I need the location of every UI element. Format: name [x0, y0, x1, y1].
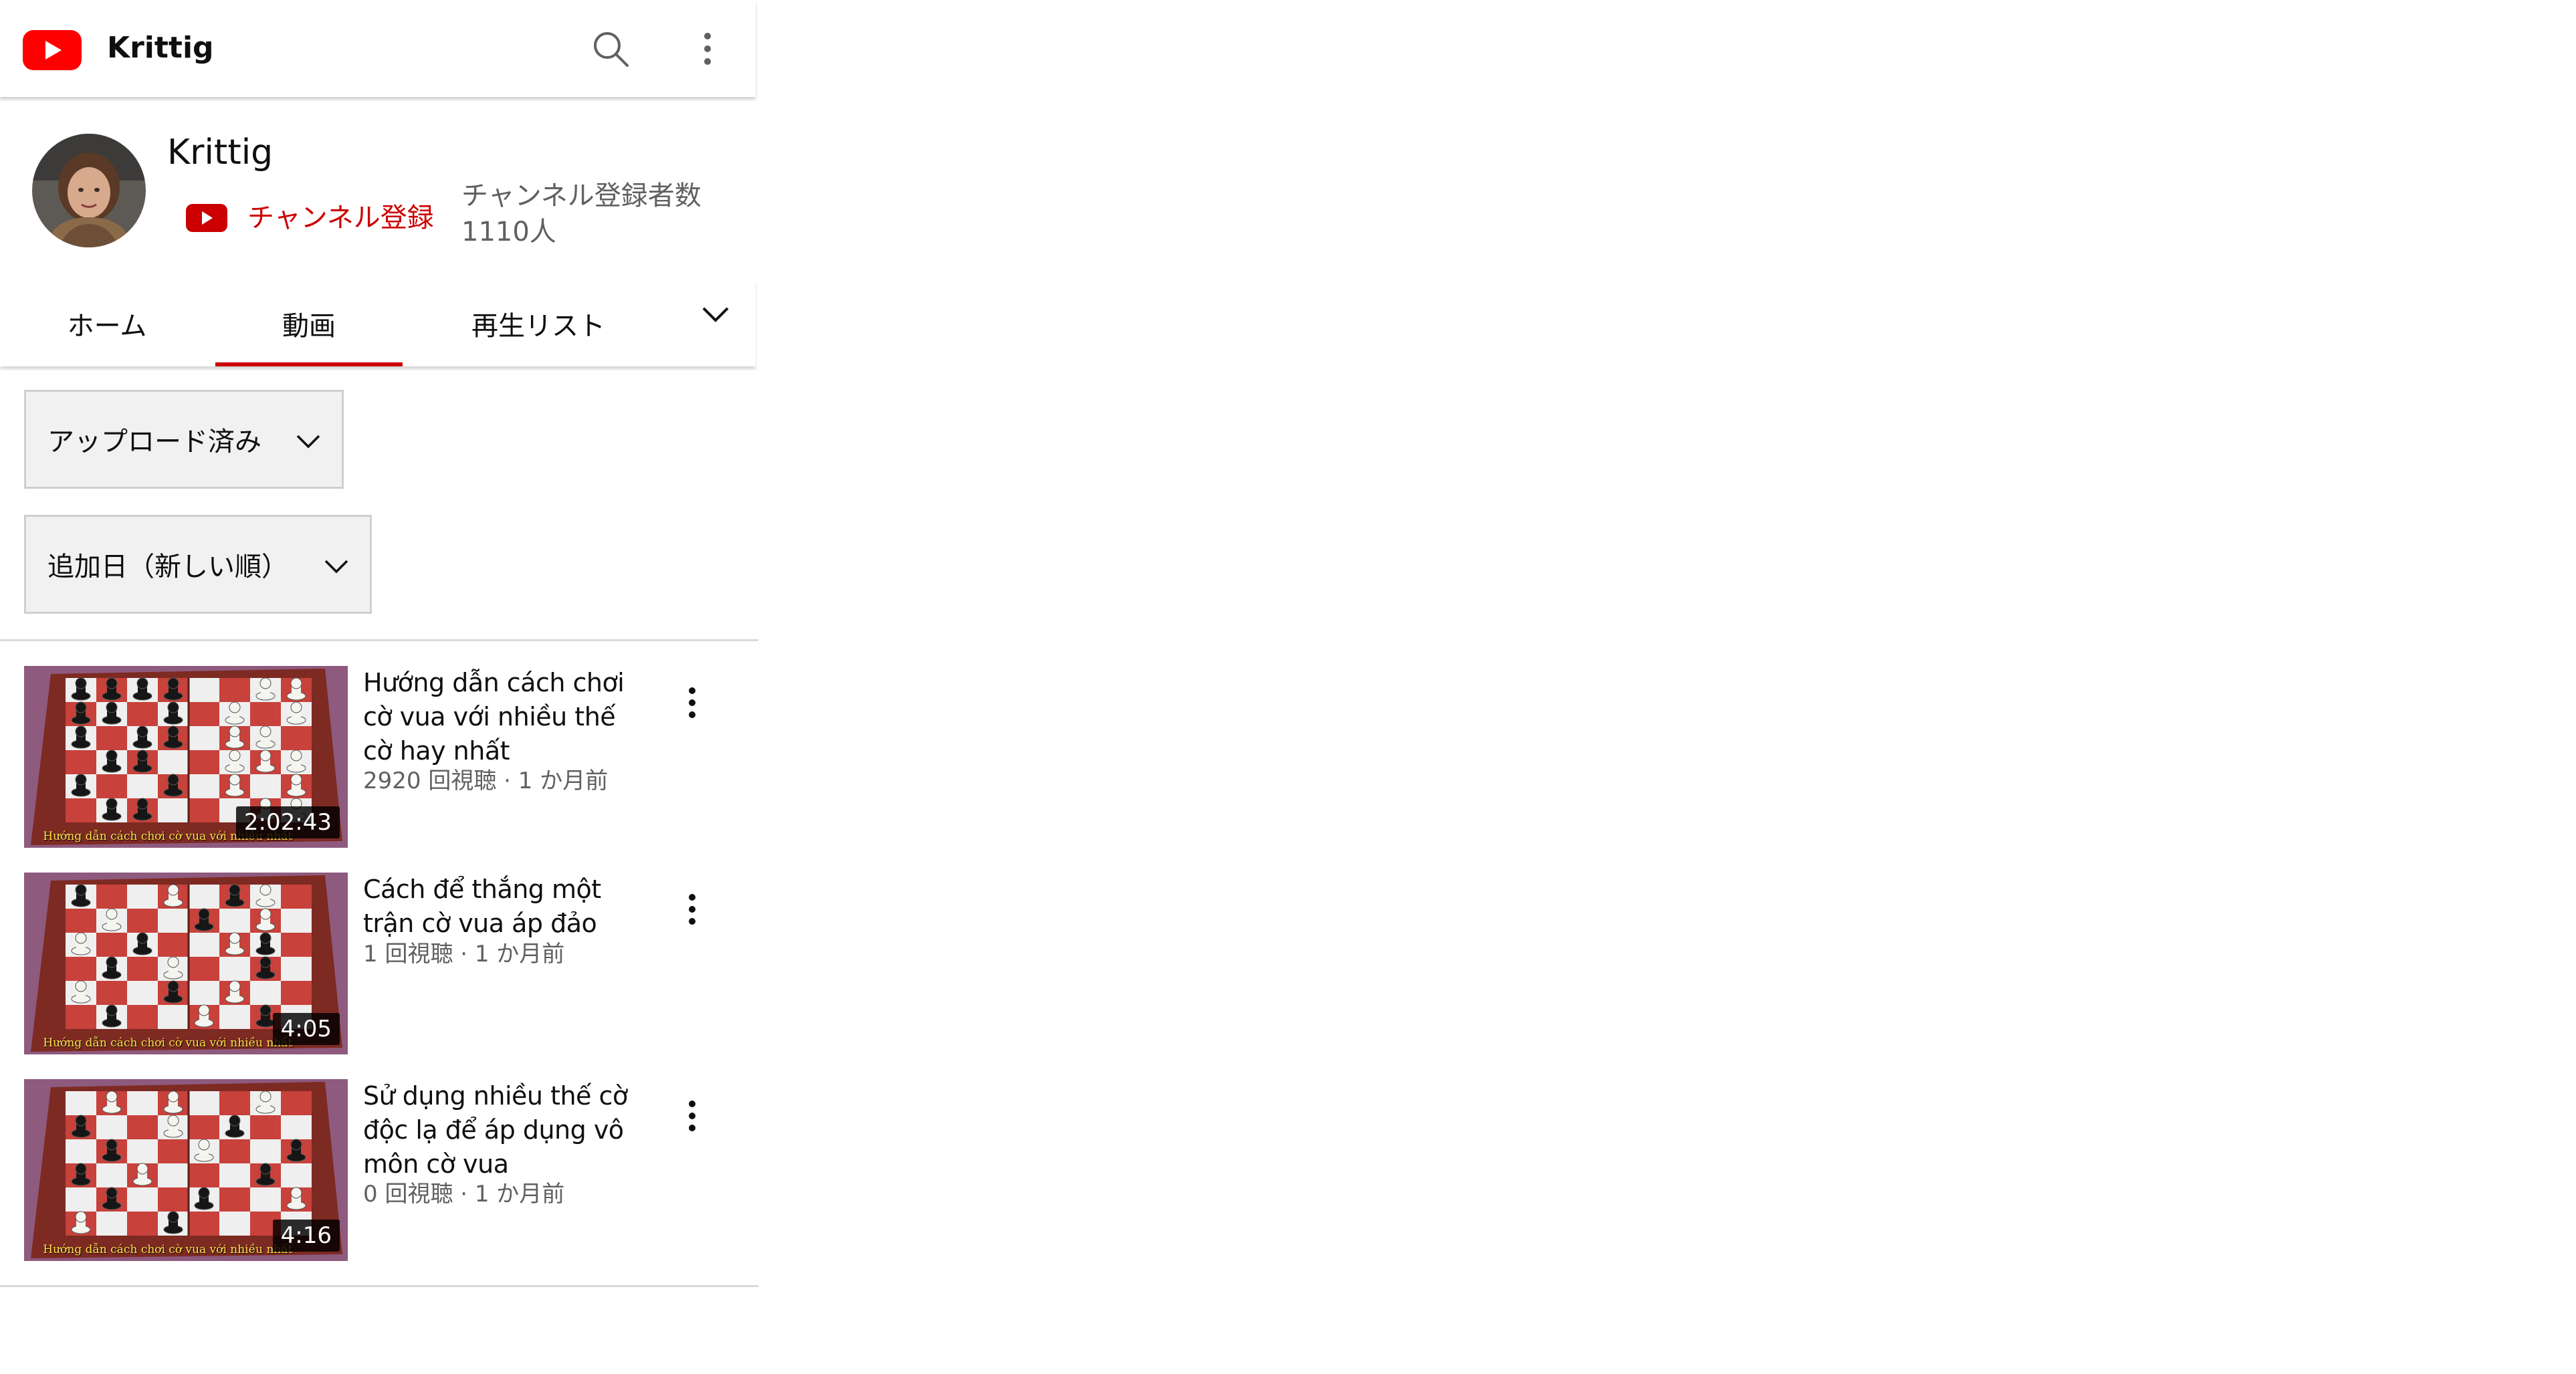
video-list-item[interactable]: Hướng dẫn cách chơi cờ vua với nhiều nhấ… — [0, 1079, 756, 1264]
youtube-logo-icon[interactable] — [23, 30, 82, 70]
more-vert-icon[interactable] — [685, 27, 730, 71]
video-duration: 4:05 — [272, 1013, 340, 1045]
list-divider — [0, 639, 758, 641]
channel-name: Krittig — [167, 132, 274, 173]
video-title[interactable]: Sử dụng nhiều thế cờ độc lạ để áp dụng v… — [363, 1079, 651, 1181]
tab-videos[interactable]: 動画 — [215, 281, 403, 366]
chevron-down-icon[interactable] — [695, 294, 736, 334]
subscribe-label: チャンネル登録 — [247, 203, 434, 233]
subscribe-button[interactable]: チャンネル登録 — [186, 199, 434, 237]
youtube-channel-page: Krittig Krittig チャンネル登録 チャンネル登録者数 1110人 … — [0, 0, 762, 1374]
upload-filter-label: アップロード済み — [47, 427, 261, 457]
video-thumbnail[interactable]: Hướng dẫn cách chơi cờ vua với nhiều nhấ… — [24, 666, 348, 848]
thumbnail-caption: Hướng dẫn cách chơi cờ vua với nhiều nhấ… — [43, 1036, 293, 1050]
more-vert-icon[interactable] — [672, 683, 712, 723]
video-list-item[interactable]: Hướng dẫn cách chơi cờ vua với nhiều nhấ… — [0, 666, 756, 850]
top-app-bar: Krittig — [0, 0, 756, 97]
video-title[interactable]: Cách để thắng một trận cờ vua áp đảo — [363, 873, 651, 941]
thumbnail-caption: Hướng dẫn cách chơi cờ vua với nhiều nhấ… — [43, 1243, 293, 1256]
video-meta: 2920 回視聴 · 1 か月前 — [363, 768, 609, 794]
sort-filter-dropdown[interactable]: 追加日（新しい順） — [24, 515, 372, 614]
video-thumbnail[interactable]: Hướng dẫn cách chơi cờ vua với nhiều nhấ… — [24, 1079, 348, 1261]
search-icon[interactable] — [588, 27, 633, 71]
upload-filter-dropdown[interactable]: アップロード済み — [24, 390, 344, 489]
video-thumbnail[interactable]: Hướng dẫn cách chơi cờ vua với nhiều nhấ… — [24, 873, 348, 1054]
chevron-down-icon — [296, 435, 320, 449]
video-meta: 0 回視聴 · 1 か月前 — [363, 1181, 565, 1208]
video-list-item[interactable]: Hướng dẫn cách chơi cờ vua với nhiều nhấ… — [0, 873, 756, 1057]
sort-filter-label: 追加日（新しい順） — [47, 552, 288, 582]
video-meta: 1 回視聴 · 1 か月前 — [363, 941, 565, 967]
more-vert-icon[interactable] — [672, 1096, 712, 1136]
video-duration: 4:16 — [272, 1220, 340, 1252]
subscriber-count: チャンネル登録者数 1110人 — [461, 181, 702, 247]
app-bar-title: Krittig — [107, 31, 214, 65]
channel-avatar[interactable] — [32, 134, 146, 247]
video-duration: 2:02:43 — [235, 806, 340, 838]
list-divider — [0, 1285, 758, 1287]
more-vert-icon[interactable] — [672, 889, 712, 929]
tab-home[interactable]: ホーム — [27, 281, 187, 366]
chevron-down-icon — [324, 560, 348, 574]
channel-tabs: ホーム 動画 再生リスト — [0, 281, 756, 366]
youtube-subscribe-icon — [186, 204, 227, 232]
video-title[interactable]: Hướng dẫn cách chơi cờ vua với nhiều thế… — [363, 666, 651, 768]
tab-playlists[interactable]: 再生リスト — [428, 281, 649, 366]
